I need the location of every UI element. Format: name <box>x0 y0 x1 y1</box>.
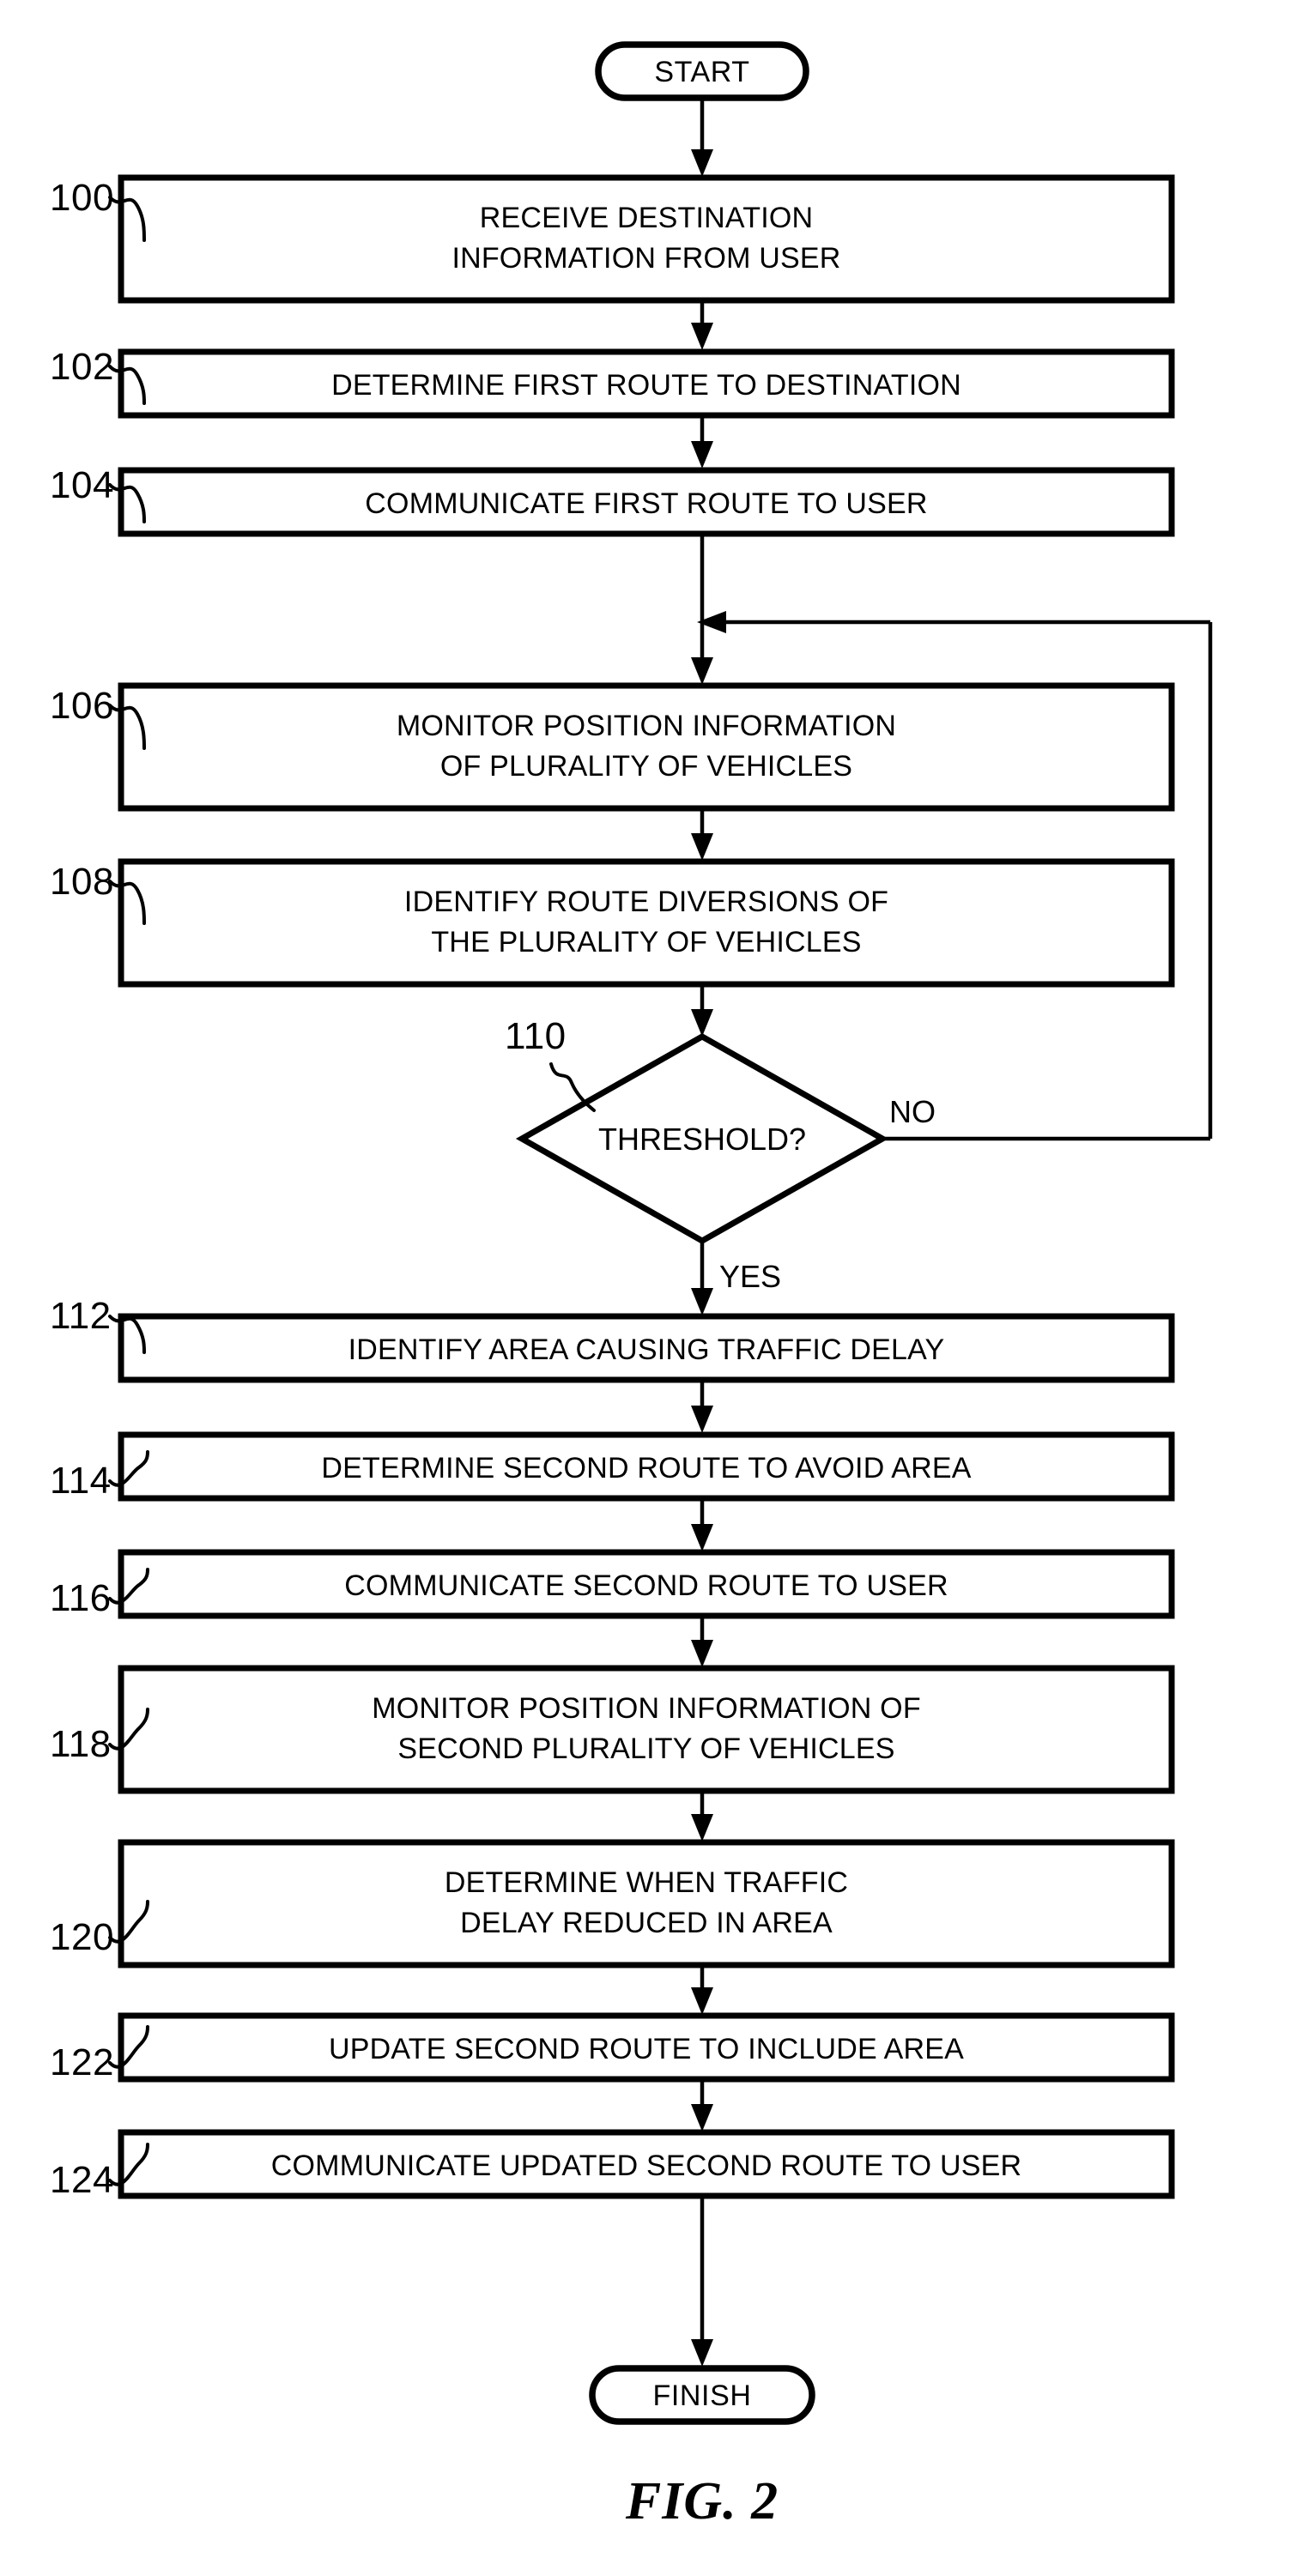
process-box-116-line-1: COMMUNICATE SECOND ROUTE TO USER <box>344 1569 948 1602</box>
process-box-118 <box>118 1665 1175 1794</box>
connector-108-to-110 <box>691 984 713 1037</box>
process-box-108-line-2: THE PLURALITY OF VEHICLES <box>431 926 861 958</box>
node-118: MONITOR POSITION INFORMATION OF SECOND P… <box>118 1665 1175 1794</box>
process-box-100-line-2: INFORMATION FROM USER <box>451 242 840 275</box>
ref-label-108: 108 <box>50 861 114 903</box>
node-116: COMMUNICATE SECOND ROUTE TO USER <box>118 1549 1175 1619</box>
ref-label-114: 114 <box>50 1460 112 1502</box>
process-box-114-line-1: DETERMINE SECOND ROUTE TO AVOID AREA <box>321 1452 971 1485</box>
ref-label-100: 100 <box>50 177 114 219</box>
process-box-104-line-1: COMMUNICATE FIRST ROUTE TO USER <box>365 487 927 520</box>
ref-label-112: 112 <box>50 1295 112 1337</box>
node-110-decision: THRESHOLD? <box>515 1032 889 1245</box>
finish-terminal-label: FINISH <box>652 2379 751 2412</box>
decision-label-110: THRESHOLD? <box>598 1122 806 1157</box>
connector-122-to-124 <box>691 2079 713 2132</box>
node-122: UPDATE SECOND ROUTE TO INCLUDE AREA <box>118 2012 1175 2083</box>
node-120: DETERMINE WHEN TRAFFIC DELAY REDUCED IN … <box>118 1839 1175 1968</box>
flowchart-svg: START RECEIVE DESTINATION INFORMATION FR… <box>50 41 1213 2531</box>
ref-label-106: 106 <box>50 685 114 727</box>
process-box-112-line-1: IDENTIFY AREA CAUSING TRAFFIC DELAY <box>348 1333 945 1366</box>
process-box-100 <box>118 174 1175 304</box>
node-106: MONITOR POSITION INFORMATION OF PLURALIT… <box>118 682 1175 812</box>
ref-label-116: 116 <box>50 1577 112 1619</box>
connector-106-to-108 <box>691 808 713 861</box>
node-102: DETERMINE FIRST ROUTE TO DESTINATION <box>118 348 1175 419</box>
node-114: DETERMINE SECOND ROUTE TO AVOID AREA <box>118 1431 1175 1502</box>
process-box-124-line-1: COMMUNICATE UPDATED SECOND ROUTE TO USER <box>271 2150 1021 2182</box>
connector-start-to-100 <box>691 98 713 177</box>
branch-label-no: NO <box>889 1094 936 1129</box>
connector-114-to-116 <box>691 1498 713 1551</box>
branch-label-yes: YES <box>719 1259 781 1294</box>
process-box-108 <box>118 858 1175 988</box>
connector-124-to-finish <box>691 2196 713 2367</box>
ref-label-122: 122 <box>50 2041 114 2083</box>
process-box-100-line-1: RECEIVE DESTINATION <box>480 202 814 234</box>
process-box-106-line-1: MONITOR POSITION INFORMATION <box>397 710 896 742</box>
node-108: IDENTIFY ROUTE DIVERSIONS OF THE PLURALI… <box>118 858 1175 988</box>
ref-label-104: 104 <box>50 464 114 506</box>
connector-102-to-104 <box>691 415 713 469</box>
node-start: START <box>595 41 809 101</box>
start-terminal-label: START <box>654 56 749 88</box>
process-box-106-line-2: OF PLURALITY OF VEHICLES <box>440 750 852 783</box>
node-100: RECEIVE DESTINATION INFORMATION FROM USE… <box>118 174 1175 304</box>
ref-label-102: 102 <box>50 346 114 388</box>
process-box-120-line-2: DELAY REDUCED IN AREA <box>460 1907 833 1939</box>
node-124: COMMUNICATE UPDATED SECOND ROUTE TO USER <box>118 2129 1175 2199</box>
ref-label-124: 124 <box>50 2159 114 2201</box>
node-finish: FINISH <box>589 2365 815 2425</box>
process-box-120-line-1: DETERMINE WHEN TRAFFIC <box>445 1866 848 1899</box>
process-box-118-line-2: SECOND PLURALITY OF VEHICLES <box>397 1732 894 1765</box>
process-box-120 <box>118 1839 1175 1968</box>
process-box-106 <box>118 682 1175 812</box>
process-box-102-line-1: DETERMINE FIRST ROUTE TO DESTINATION <box>331 369 961 402</box>
ref-label-110-group: 110 <box>505 1015 596 1112</box>
figure-caption: FIG. 2 <box>625 2472 779 2531</box>
node-104: COMMUNICATE FIRST ROUTE TO USER <box>118 467 1175 537</box>
process-box-108-line-1: IDENTIFY ROUTE DIVERSIONS OF <box>404 886 888 918</box>
ref-label-120: 120 <box>50 1916 114 1958</box>
figure-container: START RECEIVE DESTINATION INFORMATION FR… <box>0 0 1315 2576</box>
node-112: IDENTIFY AREA CAUSING TRAFFIC DELAY <box>118 1313 1175 1383</box>
connector-120-to-122 <box>691 1965 713 2015</box>
connector-104-to-106 <box>691 534 713 685</box>
process-box-122-line-1: UPDATE SECOND ROUTE TO INCLUDE AREA <box>329 2033 964 2065</box>
ref-label-118: 118 <box>50 1723 112 1765</box>
connector-116-to-118 <box>691 1616 713 1667</box>
ref-leader-110 <box>549 1062 596 1112</box>
process-box-118-line-1: MONITOR POSITION INFORMATION OF <box>372 1692 921 1725</box>
connector-100-to-102 <box>691 300 713 350</box>
connector-110-yes-to-112 <box>691 1241 713 1315</box>
connector-118-to-120 <box>691 1791 713 1841</box>
connector-112-to-114 <box>691 1380 713 1433</box>
ref-label-110: 110 <box>505 1015 567 1057</box>
